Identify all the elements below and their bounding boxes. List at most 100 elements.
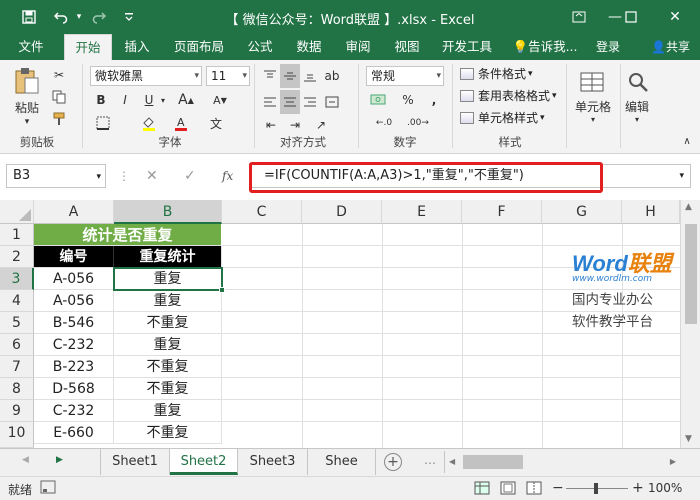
- sheet-tab-sheet3[interactable]: Sheet3: [238, 449, 308, 475]
- close-button[interactable]: ✕: [660, 4, 690, 30]
- vertical-scrollbar[interactable]: ▲ ▼: [680, 200, 700, 448]
- add-sheet-button[interactable]: +: [384, 453, 402, 471]
- column-header-f[interactable]: F: [462, 200, 542, 224]
- insert-function-icon[interactable]: fx: [222, 164, 233, 188]
- zoom-level[interactable]: 100%: [648, 481, 682, 495]
- sheet-tab-sheet1[interactable]: Sheet1: [100, 449, 170, 475]
- decrease-indent-icon[interactable]: ⇤: [260, 116, 282, 134]
- increase-indent-icon[interactable]: ⇥: [284, 116, 306, 134]
- cell-styles-button[interactable]: 单元格样式 ▾: [460, 108, 545, 128]
- fill-handle[interactable]: [219, 287, 225, 293]
- sheet-next-icon[interactable]: ▶: [56, 455, 63, 465]
- format-as-table-button[interactable]: 套用表格格式 ▾: [460, 86, 557, 106]
- macro-record-icon[interactable]: [40, 480, 56, 497]
- fill-color-icon[interactable]: [138, 114, 160, 132]
- zoom-in-button[interactable]: +: [632, 480, 644, 496]
- tab-view[interactable]: 视图: [386, 34, 428, 60]
- hscroll-thumb[interactable]: [463, 455, 523, 469]
- tab-insert[interactable]: 插入: [116, 34, 158, 60]
- increase-font-icon[interactable]: A ▲: [176, 90, 196, 110]
- column-header-c[interactable]: C: [222, 200, 302, 224]
- scroll-up-icon[interactable]: ▲: [685, 202, 692, 212]
- table-cell[interactable]: A-056: [34, 290, 114, 312]
- customize-quick-access-icon[interactable]: [118, 6, 140, 28]
- scrollbar-thumb[interactable]: [685, 224, 697, 324]
- row-header-2[interactable]: 2: [0, 246, 34, 268]
- scroll-down-icon[interactable]: ▼: [685, 434, 692, 444]
- italic-button[interactable]: I: [116, 90, 134, 110]
- table-cell[interactable]: 重复: [114, 400, 222, 422]
- share-button[interactable]: 👤共享: [647, 37, 694, 57]
- tab-page-layout[interactable]: 页面布局: [168, 34, 230, 60]
- table-cell[interactable]: 不重复: [114, 422, 222, 444]
- row-header-1[interactable]: 1: [0, 224, 34, 246]
- column-header-d[interactable]: D: [302, 200, 382, 224]
- table-cell[interactable]: 不重复: [114, 312, 222, 334]
- tab-formulas[interactable]: 公式: [240, 34, 280, 60]
- orientation-icon[interactable]: ↗: [310, 116, 332, 134]
- row-header-10[interactable]: 10: [0, 422, 34, 448]
- find-icon[interactable]: [622, 66, 654, 98]
- sheet-tab-sheet4[interactable]: Shee: [308, 449, 376, 475]
- tab-review[interactable]: 审阅: [338, 34, 378, 60]
- zoom-slider-thumb[interactable]: [594, 483, 598, 494]
- enter-edit-icon[interactable]: ✓: [184, 164, 196, 188]
- align-middle-icon[interactable]: [280, 64, 300, 88]
- sign-in-link[interactable]: 登录: [596, 34, 620, 60]
- table-cell[interactable]: C-232: [34, 400, 114, 422]
- paste-button[interactable]: 粘贴: [6, 98, 48, 116]
- ribbon-display-options-icon[interactable]: [564, 4, 594, 30]
- tab-home[interactable]: 开始: [64, 34, 112, 60]
- table-cell[interactable]: C-232: [34, 334, 114, 356]
- cells-icon[interactable]: [576, 66, 608, 98]
- page-break-view-icon[interactable]: [526, 481, 542, 498]
- row-header-4[interactable]: 4: [0, 290, 34, 312]
- align-center-icon[interactable]: [280, 90, 300, 114]
- name-box[interactable]: B3 ▾: [6, 164, 106, 188]
- wrap-text-icon[interactable]: ab: [322, 64, 342, 88]
- bold-button[interactable]: B: [92, 90, 110, 110]
- header-cell-duplicate-stat[interactable]: 重复统计: [114, 246, 222, 268]
- align-top-icon[interactable]: [260, 64, 280, 88]
- editing-button[interactable]: 编辑: [614, 98, 660, 114]
- expand-formula-icon[interactable]: ▾: [679, 165, 684, 187]
- merge-center-icon[interactable]: [322, 90, 342, 114]
- decrease-font-icon[interactable]: A ▼: [210, 90, 230, 110]
- format-painter-icon[interactable]: [50, 110, 68, 128]
- column-header-b[interactable]: B: [114, 200, 222, 224]
- paste-icon[interactable]: [10, 64, 44, 98]
- phonetic-icon[interactable]: 文: [206, 114, 226, 132]
- conditional-formatting-button[interactable]: 条件格式 ▾: [460, 64, 533, 84]
- decrease-decimal-icon[interactable]: .00→: [404, 114, 432, 132]
- column-header-e[interactable]: E: [382, 200, 462, 224]
- borders-icon[interactable]: [92, 114, 114, 132]
- underline-dropdown-icon[interactable]: ▾: [158, 90, 168, 110]
- number-format-select[interactable]: 常规 ▾: [366, 66, 444, 86]
- tell-me-search[interactable]: 💡告诉我...: [510, 34, 580, 60]
- row-header-6[interactable]: 6: [0, 334, 34, 356]
- page-layout-view-icon[interactable]: [500, 481, 516, 498]
- restore-button[interactable]: [616, 4, 646, 30]
- undo-dropdown-icon[interactable]: ▾: [68, 6, 90, 28]
- table-cell[interactable]: B-223: [34, 356, 114, 378]
- sheet-tab-sheet2[interactable]: Sheet2: [170, 449, 238, 475]
- row-header-9[interactable]: 9: [0, 400, 34, 422]
- increase-decimal-icon[interactable]: ←.0: [370, 114, 398, 132]
- comma-button[interactable]: ,: [424, 90, 444, 110]
- font-name-select[interactable]: 微软雅黑 ▾: [90, 66, 202, 86]
- paste-dropdown-icon[interactable]: ▾: [6, 116, 48, 128]
- cells-button[interactable]: 单元格: [568, 98, 618, 114]
- tab-file[interactable]: 文件: [8, 34, 54, 60]
- table-cell[interactable]: 重复: [114, 290, 222, 312]
- select-all-corner[interactable]: [0, 200, 34, 224]
- sheet-prev-icon[interactable]: ◀: [22, 455, 29, 465]
- font-color-icon[interactable]: A: [170, 114, 192, 132]
- font-size-select[interactable]: 11 ▾: [206, 66, 250, 86]
- redo-icon[interactable]: [88, 6, 110, 28]
- table-cell[interactable]: A-056: [34, 268, 114, 290]
- horizontal-scrollbar[interactable]: ◀ ▶: [444, 451, 680, 473]
- table-cell[interactable]: 不重复: [114, 378, 222, 400]
- align-right-icon[interactable]: [300, 90, 320, 114]
- save-icon[interactable]: [18, 6, 40, 28]
- column-header-g[interactable]: G: [542, 200, 622, 224]
